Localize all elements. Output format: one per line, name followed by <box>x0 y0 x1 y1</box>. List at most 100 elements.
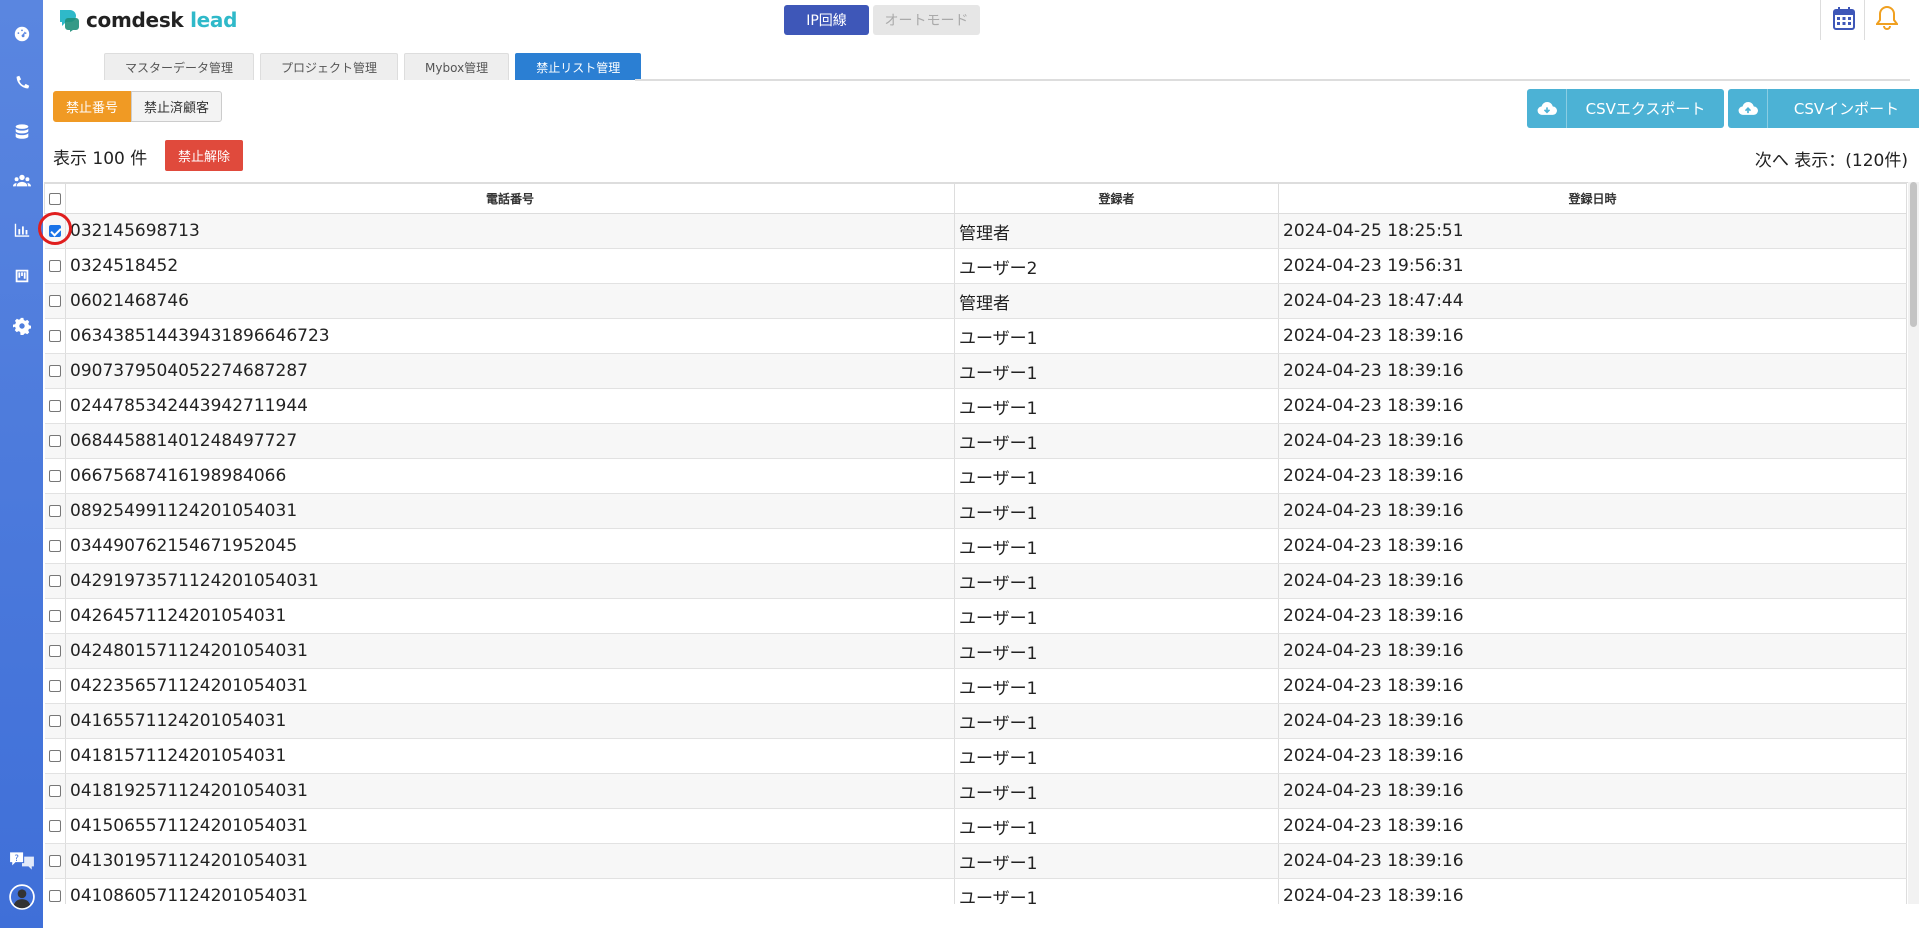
registered-date-cell: 2024-04-23 18:39:16 <box>1278 353 1907 389</box>
dashboard-icon[interactable] <box>0 20 43 48</box>
row-checkbox-cell <box>44 703 66 739</box>
row-checkbox[interactable] <box>48 645 61 657</box>
tab-underline <box>635 79 1910 81</box>
table-row[interactable]: 032145698713 管理者 2024-04-25 18:25:51 <box>44 213 1907 249</box>
registrant-cell: ユーザー1 <box>954 493 1279 529</box>
phone-number-cell: 0424801571124201054031 <box>65 633 955 669</box>
row-checkbox[interactable] <box>48 575 61 587</box>
row-checkbox[interactable] <box>48 470 61 482</box>
table-row[interactable]: 063438514439431896646723 ユーザー1 2024-04-23 … <box>44 318 1907 354</box>
csv-import-label: CSVインポート <box>1793 100 1900 118</box>
tab-block-list[interactable]: 禁止リスト管理 <box>515 53 642 80</box>
users-icon[interactable] <box>0 167 43 195</box>
csv-export-label: CSVエクスポート <box>1585 100 1706 118</box>
tab-project[interactable]: プロジェクト管理 <box>260 53 399 80</box>
release-block-button[interactable]: 禁止解除 <box>165 140 243 171</box>
account-icon[interactable] <box>0 882 43 912</box>
select-all-checkbox[interactable] <box>49 193 61 205</box>
phone-number-cell: 0413019571124201054031 <box>65 843 955 879</box>
phone-number-cell: 089254991124201054031 <box>65 493 955 529</box>
table-row[interactable]: 0244785342443942711944 ユーザー1 2024-04-23 18… <box>44 388 1907 424</box>
csv-export-button[interactable]: CSVエクスポート <box>1527 89 1724 128</box>
blocked-numbers-toggle[interactable]: 禁止番号 <box>53 91 132 122</box>
registered-date-cell: 2024-04-23 19:56:31 <box>1278 248 1907 284</box>
row-checkbox[interactable] <box>48 225 61 237</box>
pagination-info[interactable]: 次へ 表示：(120件) <box>1755 146 1908 171</box>
bell-icon[interactable] <box>1875 5 1899 31</box>
registrant-cell: ユーザー1 <box>954 808 1279 844</box>
row-checkbox[interactable] <box>48 540 61 552</box>
header-divider <box>1864 0 1865 40</box>
management-tabs: マスターデータ管理 プロジェクト管理 Mybox管理 禁止リスト管理 <box>104 53 642 80</box>
row-checkbox[interactable] <box>48 400 61 412</box>
table-row[interactable]: 04264571124201054031 ユーザー1 2024-04-23 18:3… <box>44 598 1907 634</box>
row-checkbox[interactable] <box>48 435 61 447</box>
block-list-table: 電話番号 登録者 登録日時 032145698713 管理者 2024-04-25 … <box>44 182 1908 904</box>
table-row[interactable]: 0422356571124201054031 ユーザー1 2024-04-23 18… <box>44 668 1907 704</box>
row-checkbox[interactable] <box>48 785 61 797</box>
calendar-icon[interactable] <box>1833 6 1855 30</box>
phone-number-cell: 04291973571124201054031 <box>65 563 955 599</box>
table-row[interactable]: 068445881401248497727 ユーザー1 2024-04-23 18:… <box>44 423 1907 459</box>
column-header-user[interactable]: 登録者 <box>954 183 1279 214</box>
row-checkbox[interactable] <box>48 680 61 692</box>
database-icon[interactable] <box>0 118 43 146</box>
column-header-date[interactable]: 登録日時 <box>1278 183 1907 214</box>
row-checkbox[interactable] <box>48 820 61 832</box>
row-checkbox[interactable] <box>48 715 61 727</box>
registered-date-cell: 2024-04-23 18:39:16 <box>1278 703 1907 739</box>
table-row[interactable]: 0415065571124201054031 ユーザー1 2024-04-23 18… <box>44 808 1907 844</box>
row-checkbox-cell <box>44 318 66 354</box>
table-scrollbar[interactable] <box>1908 182 1919 904</box>
chart-icon[interactable] <box>0 216 43 244</box>
table-header-row: 電話番号 登録者 登録日時 <box>44 183 1907 214</box>
blocked-customers-toggle[interactable]: 禁止済顧客 <box>131 91 223 122</box>
help-chat-icon[interactable]: ? <box>0 846 43 876</box>
filter-toggle: 禁止番号 禁止済顧客 <box>53 91 223 122</box>
table-row[interactable]: 0324518452 ユーザー2 2024-04-23 19:56:31 <box>44 248 1907 284</box>
row-checkbox[interactable] <box>48 610 61 622</box>
row-checkbox-cell <box>44 808 66 844</box>
row-checkbox-cell <box>44 563 66 599</box>
tab-mybox[interactable]: Mybox管理 <box>404 53 510 80</box>
phone-number-cell: 0415065571124201054031 <box>65 808 955 844</box>
phone-icon[interactable] <box>0 69 43 97</box>
table-row[interactable]: 04165571124201054031 ユーザー1 2024-04-23 18:3… <box>44 703 1907 739</box>
ip-line-button[interactable]: IP回線 <box>784 5 869 35</box>
registrant-cell: ユーザー1 <box>954 668 1279 704</box>
row-checkbox[interactable] <box>48 505 61 517</box>
row-checkbox[interactable] <box>48 365 61 377</box>
row-checkbox[interactable] <box>48 330 61 342</box>
table-row[interactable]: 0424801571124201054031 ユーザー1 2024-04-23 18… <box>44 633 1907 669</box>
registrant-cell: ユーザー1 <box>954 563 1279 599</box>
table-row[interactable]: 089254991124201054031 ユーザー1 2024-04-23 18:… <box>44 493 1907 529</box>
table-row[interactable]: 04291973571124201054031 ユーザー1 2024-04-23 1… <box>44 563 1907 599</box>
registered-date-cell: 2024-04-23 18:39:16 <box>1278 493 1907 529</box>
row-checkbox[interactable] <box>48 855 61 867</box>
row-checkbox[interactable] <box>48 260 61 272</box>
csv-import-button[interactable]: CSVインポート <box>1728 89 1919 128</box>
table-row[interactable]: 0418192571124201054031 ユーザー1 2024-04-23 18… <box>44 773 1907 809</box>
phone-number-cell: 0244785342443942711944 <box>65 388 955 424</box>
scrollbar-thumb[interactable] <box>1910 182 1917 327</box>
gear-icon[interactable] <box>0 312 43 340</box>
select-all-cell <box>44 183 66 214</box>
table-row[interactable]: 06021468746 管理者 2024-04-23 18:47:44 <box>44 283 1907 319</box>
column-header-phone[interactable]: 電話番号 <box>65 183 955 214</box>
table-row[interactable]: 0410860571124201054031 ユーザー1 2024-04-23 18… <box>44 878 1907 904</box>
table-row[interactable]: 06675687416198984066 ユーザー1 2024-04-23 18:3… <box>44 458 1907 494</box>
registrant-cell: ユーザー2 <box>954 248 1279 284</box>
logo-mark-icon <box>58 8 80 32</box>
auto-mode-button[interactable]: オートモード <box>873 5 980 35</box>
row-checkbox[interactable] <box>48 890 61 902</box>
row-checkbox[interactable] <box>48 295 61 307</box>
board-icon[interactable] <box>0 262 43 290</box>
table-row[interactable]: 0413019571124201054031 ユーザー1 2024-04-23 18… <box>44 843 1907 879</box>
table-row[interactable]: 04181571124201054031 ユーザー1 2024-04-23 18:3… <box>44 738 1907 774</box>
row-checkbox[interactable] <box>48 750 61 762</box>
table-row[interactable]: 034490762154671952045 ユーザー1 2024-04-23 18:… <box>44 528 1907 564</box>
table-row[interactable]: 0907379504052274687287 ユーザー1 2024-04-23 18… <box>44 353 1907 389</box>
tab-master-data[interactable]: マスターデータ管理 <box>104 53 255 80</box>
app-logo[interactable]: comdesk lead <box>58 8 237 32</box>
registrant-cell: ユーザー1 <box>954 353 1279 389</box>
